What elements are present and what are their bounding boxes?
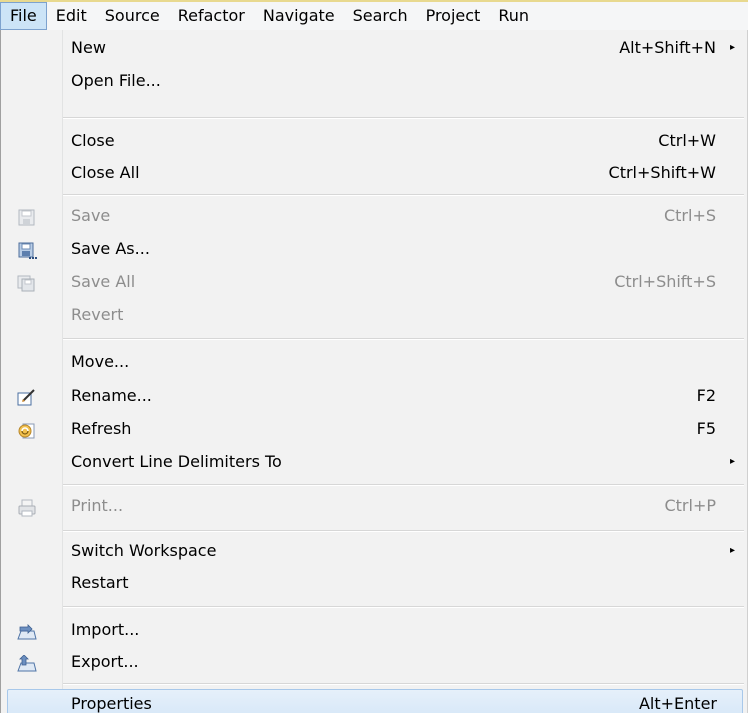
menu-item-label: Print... — [71, 496, 124, 515]
refresh-icon — [17, 420, 37, 439]
menu-item-label: Close All — [71, 163, 140, 182]
menu-item-label: Refresh — [71, 419, 132, 438]
menu-item-close-all[interactable]: Close All Ctrl+Shift+W — [2, 158, 746, 188]
menu-separator — [63, 484, 744, 486]
file-menu-dropdown: New Alt+Shift+N ▸ Open File... Close Ctr… — [0, 30, 748, 713]
menu-item-label: Save All — [71, 272, 136, 291]
menu-separator — [63, 338, 744, 340]
menu-item-label: Rename... — [71, 386, 152, 405]
menu-item-label: Switch Workspace — [71, 541, 217, 560]
menu-item-label: Properties — [71, 694, 152, 713]
menu-item-move[interactable]: Move... — [2, 347, 746, 377]
menu-item-export[interactable]: Export... — [2, 647, 746, 677]
menu-item-new[interactable]: New Alt+Shift+N ▸ — [2, 33, 746, 63]
menu-refactor[interactable]: Refactor — [169, 2, 254, 30]
menu-item-shortcut: Ctrl+P — [664, 496, 716, 515]
menu-item-save-all[interactable]: Save All Ctrl+Shift+S — [2, 267, 746, 297]
menu-item-import[interactable]: Import... — [2, 615, 746, 645]
submenu-arrow-icon: ▸ — [729, 42, 735, 53]
menu-item-revert[interactable]: Revert — [2, 300, 746, 330]
menu-separator — [63, 683, 744, 685]
menu-item-shortcut: Ctrl+W — [658, 131, 716, 150]
menu-project[interactable]: Project — [417, 2, 490, 30]
menu-separator — [63, 117, 744, 119]
menu-edit[interactable]: Edit — [47, 2, 96, 30]
menu-item-close[interactable]: Close Ctrl+W — [2, 126, 746, 156]
menu-item-label: Export... — [71, 652, 139, 671]
import-icon — [17, 621, 37, 640]
menu-item-label: Restart — [71, 573, 129, 592]
menu-item-shortcut: Ctrl+S — [663, 206, 716, 225]
menu-item-label: Convert Line Delimiters To — [71, 452, 282, 471]
menu-item-open-file[interactable]: Open File... — [2, 66, 746, 96]
menu-source[interactable]: Source — [96, 2, 169, 30]
menu-file[interactable]: File — [0, 2, 47, 30]
menu-bar: File Edit Source Refactor Navigate Searc… — [0, 0, 748, 30]
menu-item-shortcut: Ctrl+Shift+S — [614, 272, 716, 291]
menu-item-convert-line-delimiters[interactable]: Convert Line Delimiters To ▸ — [2, 447, 746, 477]
menu-item-label: Move... — [71, 352, 130, 371]
print-icon — [17, 497, 37, 517]
submenu-arrow-icon: ▸ — [729, 456, 735, 467]
menu-item-restart[interactable]: Restart — [2, 568, 746, 598]
save-icon — [17, 207, 37, 226]
menu-run[interactable]: Run — [489, 2, 538, 30]
menu-item-properties[interactable]: Properties Alt+Enter — [7, 689, 743, 713]
eclipse-window: File Edit Source Refactor Navigate Searc… — [0, 0, 748, 713]
menu-item-save-as[interactable]: Save As... — [2, 234, 746, 264]
menu-item-label: Open File... — [71, 71, 161, 90]
menu-item-label: Import... — [71, 620, 140, 639]
menu-item-label: Save As... — [71, 239, 150, 258]
menu-item-shortcut: Ctrl+Shift+W — [608, 163, 716, 182]
menu-separator — [63, 194, 744, 196]
menu-item-shortcut: F5 — [696, 419, 716, 438]
menu-item-shortcut: Alt+Enter — [638, 694, 717, 713]
menu-item-shortcut: Alt+Shift+N — [619, 38, 716, 57]
submenu-arrow-icon: ▸ — [729, 545, 735, 556]
menu-item-label: Close — [71, 131, 115, 150]
menu-item-shortcut: F2 — [696, 386, 716, 405]
menu-search[interactable]: Search — [344, 2, 417, 30]
rename-icon — [17, 387, 37, 406]
save-as-icon — [17, 240, 37, 259]
menu-item-label: Revert — [71, 305, 124, 324]
menu-item-save[interactable]: Save Ctrl+S — [2, 201, 746, 231]
menu-separator — [63, 530, 744, 532]
menu-item-rename[interactable]: Rename... F2 — [2, 381, 746, 411]
menu-item-print[interactable]: Print... Ctrl+P — [2, 491, 746, 521]
menu-item-label: Save — [71, 206, 111, 225]
save-all-icon — [17, 273, 37, 292]
menu-item-label: New — [71, 38, 106, 57]
menu-navigate[interactable]: Navigate — [254, 2, 344, 30]
menu-separator — [63, 606, 744, 608]
menu-item-switch-workspace[interactable]: Switch Workspace ▸ — [2, 536, 746, 566]
menu-item-refresh[interactable]: Refresh F5 — [2, 414, 746, 444]
export-icon — [17, 653, 37, 672]
